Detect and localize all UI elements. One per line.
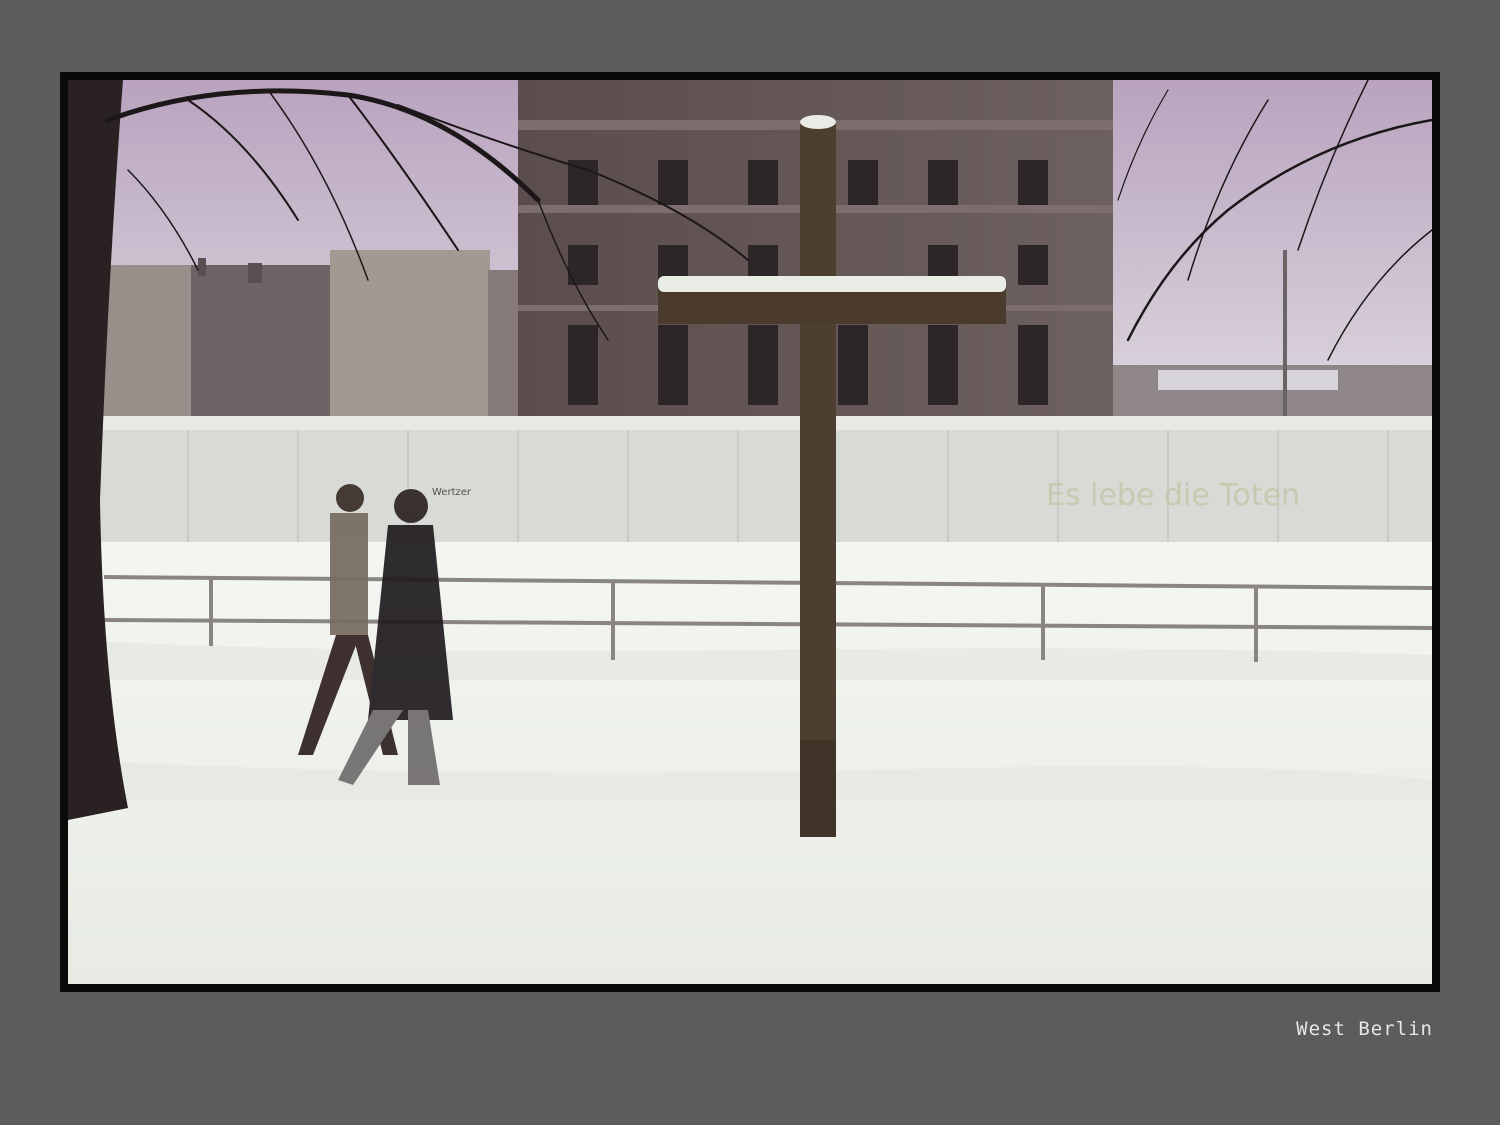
snow-ground: [68, 542, 1432, 984]
berlin-wall: Wertzer Es lebe die Toten: [96, 416, 1432, 548]
wall-graffiti-right: Es lebe die Toten: [1046, 478, 1300, 513]
wall-graffiti-left: Wertzer: [432, 487, 472, 498]
photograph: Wertzer Es lebe die Toten: [68, 80, 1432, 984]
photo-frame: Wertzer Es lebe die Toten: [60, 72, 1440, 992]
left-buildings: [96, 250, 528, 420]
photo-caption: West Berlin: [1296, 1018, 1433, 1040]
